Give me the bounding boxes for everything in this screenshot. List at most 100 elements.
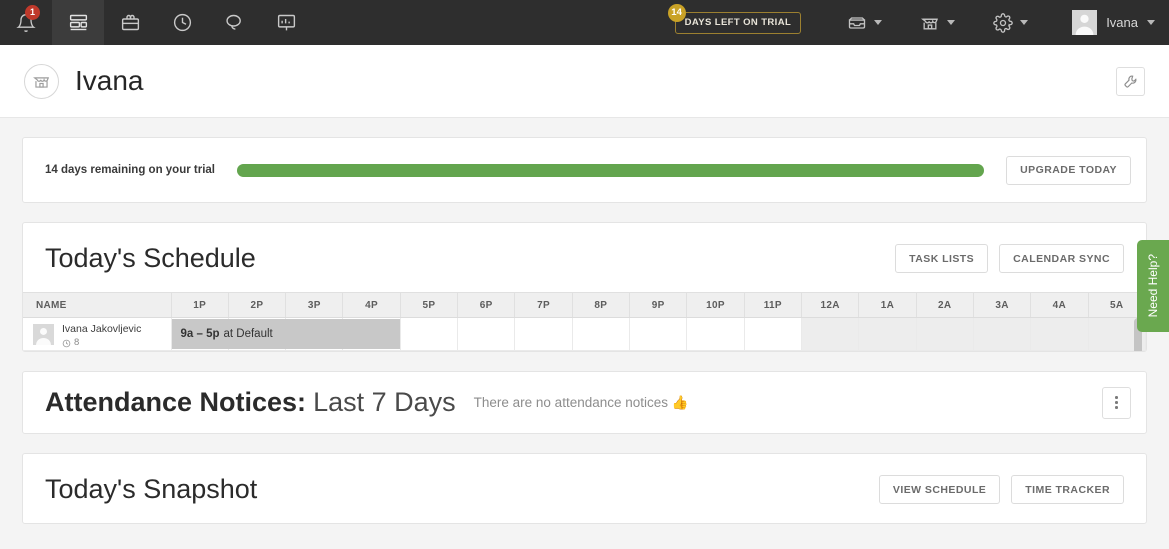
schedule-slot-12a[interactable] <box>801 317 860 351</box>
schedule-col-12a: 12A <box>801 292 860 318</box>
schedule-slot-8p[interactable] <box>572 317 631 351</box>
inbox-icon <box>849 16 866 29</box>
clock-icon <box>62 339 71 347</box>
schedule-title: Today's Schedule <box>45 243 256 273</box>
page-title: Ivana <box>75 65 144 96</box>
kebab-menu-icon <box>1115 406 1118 409</box>
shift-location: at Default <box>223 328 273 340</box>
trial-badge[interactable]: 14 DAYS LEFT ON TRIAL <box>667 3 802 34</box>
wrench-icon <box>1124 75 1137 88</box>
schedule-col-4p: 4P <box>342 292 401 318</box>
user-menu[interactable]: Ivana <box>1072 10 1155 35</box>
nav-item-reports[interactable] <box>260 0 312 45</box>
schedule-slot-4a[interactable] <box>1030 317 1089 351</box>
schedule-actions: TASK LISTS CALENDAR SYNC <box>895 244 1124 273</box>
notification-badge: 1 <box>25 5 40 20</box>
dashboard-icon <box>69 14 87 31</box>
attendance-empty-message: There are no attendance notices 👍 <box>473 394 689 410</box>
notifications-button[interactable]: 1 <box>0 0 52 45</box>
nav-item-dashboard[interactable] <box>52 0 104 45</box>
trial-progress-fill <box>237 163 985 177</box>
store-dropdown[interactable] <box>920 13 956 33</box>
schedule-slot-7p[interactable] <box>514 317 573 351</box>
need-help-tab[interactable]: Need Help? <box>1137 240 1169 332</box>
schedule-table-wrap: NAME 1P 2P 3P 4P 5P 6P 7P 8P 9P 10P 11P 12A 1A 2A 3A 4A 5… <box>23 292 1146 351</box>
schedule-table: NAME 1P 2P 3P 4P 5P 6P 7P 8P 9P 10P 11P 12A 1A 2A 3A 4A 5… <box>23 292 1146 351</box>
navbar-left-group: 1 <box>0 0 312 45</box>
reports-icon <box>277 14 295 31</box>
trial-progress-bar <box>237 163 985 177</box>
trial-days-count: 14 <box>667 3 686 22</box>
schedule-col-11p: 11P <box>744 292 802 318</box>
toolbox-icon <box>121 14 139 31</box>
user-silhouette-icon <box>36 327 51 345</box>
schedule-col-9p: 9P <box>629 292 688 318</box>
schedule-col-2p: 2P <box>228 292 287 318</box>
task-lists-button[interactable]: TASK LISTS <box>895 244 989 273</box>
calendar-sync-button[interactable]: CALENDAR SYNC <box>999 244 1124 273</box>
person-text: Ivana Jakovljevic 8 <box>62 319 141 349</box>
schedule-slot-2a[interactable] <box>916 317 974 351</box>
nav-item-toolbox[interactable] <box>104 0 156 45</box>
page-store-icon <box>24 63 59 99</box>
table-row: Ivana Jakovljevic 8 9a – 5p at Default <box>23 317 1146 351</box>
trial-remaining-label: 14 days remaining on your trial <box>45 164 215 176</box>
chevron-down-icon <box>1147 20 1155 25</box>
shift-time: 9a – 5p <box>180 328 220 340</box>
edit-location-button[interactable] <box>1116 66 1145 96</box>
person-hours-value: 8 <box>74 336 80 348</box>
attendance-menu-button[interactable] <box>1102 386 1131 419</box>
inbox-dropdown[interactable] <box>847 13 883 33</box>
kebab-menu-icon <box>1115 401 1118 404</box>
settings-dropdown[interactable] <box>993 12 1029 33</box>
main-content: 14 days remaining on your trial UPGRADE … <box>0 137 1169 524</box>
person-name: Ivana Jakovljevic <box>62 322 142 335</box>
schedule-col-3a: 3A <box>973 292 1032 318</box>
attendance-range: Last 7 Days <box>313 387 456 417</box>
chevron-down-icon <box>1020 20 1029 25</box>
todays-schedule-card: Today's Schedule TASK LISTS CALENDAR SYN… <box>22 222 1147 352</box>
chevron-down-icon <box>874 20 883 25</box>
schedule-col-6p: 6P <box>457 292 516 318</box>
upgrade-today-button[interactable]: UPGRADE TODAY <box>1006 155 1131 185</box>
schedule-slot-9p[interactable] <box>629 317 688 351</box>
schedule-col-7p: 7P <box>514 292 573 318</box>
nav-item-timeclock[interactable] <box>156 0 208 45</box>
view-schedule-button[interactable]: VIEW SCHEDULE <box>878 475 1001 504</box>
schedule-card-header: Today's Schedule TASK LISTS CALENDAR SYN… <box>23 223 1146 292</box>
schedule-table-header-row: NAME 1P 2P 3P 4P 5P 6P 7P 8P 9P 10P 11P 12A 1A 2A 3A 4A 5… <box>23 292 1146 318</box>
clock-icon <box>173 13 191 32</box>
attendance-title: Attendance Notices: <box>45 387 307 417</box>
store-icon <box>921 18 939 30</box>
avatar <box>33 323 54 345</box>
schedule-slot-11p[interactable] <box>744 317 802 351</box>
chat-icon <box>225 14 241 30</box>
schedule-slot-1p[interactable]: 9a – 5p at Default <box>171 317 400 351</box>
trial-banner-card: 14 days remaining on your trial UPGRADE … <box>22 137 1147 203</box>
nav-item-messages[interactable] <box>208 0 260 45</box>
gear-icon <box>993 12 1013 33</box>
schedule-col-1p: 1P <box>171 292 229 318</box>
schedule-slot-10p[interactable] <box>686 317 745 351</box>
schedule-slot-5p[interactable] <box>400 317 459 351</box>
schedule-col-8p: 8P <box>572 292 631 318</box>
schedule-col-10p: 10P <box>686 292 745 318</box>
schedule-slot-3a[interactable] <box>973 317 1032 351</box>
todays-snapshot-card: Today's Snapshot VIEW SCHEDULE TIME TRAC… <box>22 453 1147 524</box>
person-info: Ivana Jakovljevic 8 <box>33 319 171 349</box>
schedule-col-1a: 1A <box>858 292 917 318</box>
person-hours: 8 <box>62 337 141 349</box>
schedule-slot-6p[interactable] <box>457 317 516 351</box>
schedule-slot-1a[interactable] <box>858 317 917 351</box>
shift-block[interactable]: 9a – 5p at Default <box>171 319 400 349</box>
snapshot-title: Today's Snapshot <box>45 474 258 504</box>
schedule-col-name: NAME <box>23 292 172 318</box>
schedule-table-body: Ivana Jakovljevic 8 9a – 5p at Default <box>23 317 1146 351</box>
time-tracker-button[interactable]: TIME TRACKER <box>1011 475 1124 504</box>
schedule-name-cell: Ivana Jakovljevic 8 <box>23 317 172 351</box>
attendance-notices-card: Attendance Notices: Last 7 Days There ar… <box>22 371 1147 434</box>
schedule-col-4a: 4A <box>1030 292 1089 318</box>
schedule-col-3p: 3P <box>285 292 344 318</box>
snapshot-actions: VIEW SCHEDULE TIME TRACKER <box>878 475 1124 504</box>
chevron-down-icon <box>947 20 956 25</box>
